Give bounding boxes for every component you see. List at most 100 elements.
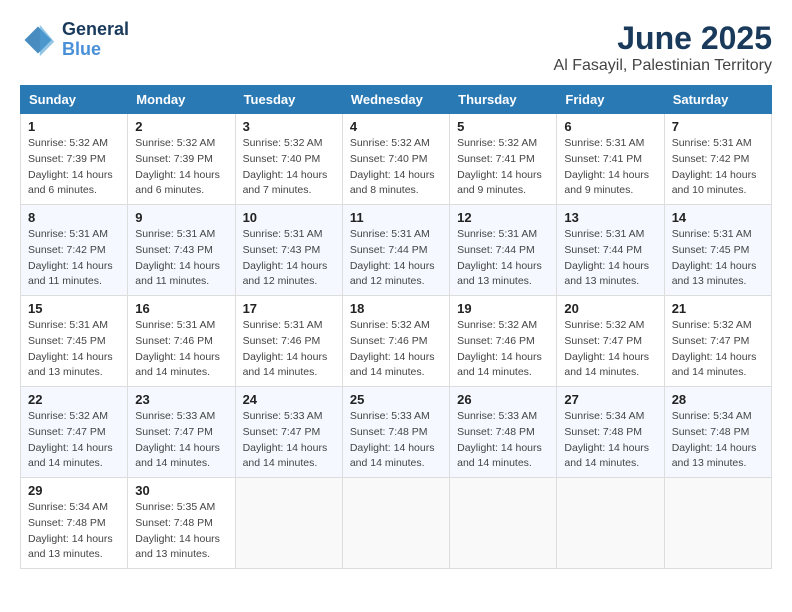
calendar-cell: 28 Sunrise: 5:34 AM Sunset: 7:48 PM Dayl… [664,387,771,478]
calendar-cell: 20 Sunrise: 5:32 AM Sunset: 7:47 PM Dayl… [557,296,664,387]
day-number: 2 [135,119,227,134]
day-number: 10 [243,210,335,225]
day-detail: Sunrise: 5:31 AM Sunset: 7:44 PM Dayligh… [564,227,656,290]
day-number: 23 [135,392,227,407]
day-number: 20 [564,301,656,316]
weekday-header: Thursday [450,86,557,114]
weekday-header: Tuesday [235,86,342,114]
calendar-cell: 18 Sunrise: 5:32 AM Sunset: 7:46 PM Dayl… [342,296,449,387]
logo-icon [20,22,56,58]
day-number: 16 [135,301,227,316]
day-number: 27 [564,392,656,407]
day-detail: Sunrise: 5:35 AM Sunset: 7:48 PM Dayligh… [135,500,227,563]
calendar-week: 15 Sunrise: 5:31 AM Sunset: 7:45 PM Dayl… [21,296,772,387]
day-number: 9 [135,210,227,225]
calendar-cell: 4 Sunrise: 5:32 AM Sunset: 7:40 PM Dayli… [342,114,449,205]
calendar-cell: 16 Sunrise: 5:31 AM Sunset: 7:46 PM Dayl… [128,296,235,387]
calendar-cell: 1 Sunrise: 5:32 AM Sunset: 7:39 PM Dayli… [21,114,128,205]
calendar-cell: 3 Sunrise: 5:32 AM Sunset: 7:40 PM Dayli… [235,114,342,205]
calendar-week: 22 Sunrise: 5:32 AM Sunset: 7:47 PM Dayl… [21,387,772,478]
weekday-header: Sunday [21,86,128,114]
day-number: 6 [564,119,656,134]
calendar-cell: 26 Sunrise: 5:33 AM Sunset: 7:48 PM Dayl… [450,387,557,478]
day-number: 25 [350,392,442,407]
calendar-cell: 9 Sunrise: 5:31 AM Sunset: 7:43 PM Dayli… [128,205,235,296]
calendar-table: SundayMondayTuesdayWednesdayThursdayFrid… [20,85,772,569]
day-number: 8 [28,210,120,225]
day-number: 19 [457,301,549,316]
day-detail: Sunrise: 5:32 AM Sunset: 7:47 PM Dayligh… [564,318,656,381]
calendar-cell: 25 Sunrise: 5:33 AM Sunset: 7:48 PM Dayl… [342,387,449,478]
day-number: 21 [672,301,764,316]
day-detail: Sunrise: 5:31 AM Sunset: 7:43 PM Dayligh… [135,227,227,290]
calendar-week: 8 Sunrise: 5:31 AM Sunset: 7:42 PM Dayli… [21,205,772,296]
title-section: June 2025 Al Fasayil, Palestinian Territ… [554,20,772,75]
weekday-header: Friday [557,86,664,114]
logo-text: General Blue [62,20,129,60]
day-number: 3 [243,119,335,134]
calendar-cell: 8 Sunrise: 5:31 AM Sunset: 7:42 PM Dayli… [21,205,128,296]
day-number: 14 [672,210,764,225]
day-detail: Sunrise: 5:32 AM Sunset: 7:41 PM Dayligh… [457,136,549,199]
day-detail: Sunrise: 5:31 AM Sunset: 7:44 PM Dayligh… [350,227,442,290]
calendar-cell: 11 Sunrise: 5:31 AM Sunset: 7:44 PM Dayl… [342,205,449,296]
day-detail: Sunrise: 5:31 AM Sunset: 7:41 PM Dayligh… [564,136,656,199]
calendar-cell: 24 Sunrise: 5:33 AM Sunset: 7:47 PM Dayl… [235,387,342,478]
calendar-cell: 23 Sunrise: 5:33 AM Sunset: 7:47 PM Dayl… [128,387,235,478]
day-detail: Sunrise: 5:32 AM Sunset: 7:39 PM Dayligh… [135,136,227,199]
weekday-header: Saturday [664,86,771,114]
day-detail: Sunrise: 5:33 AM Sunset: 7:47 PM Dayligh… [243,409,335,472]
calendar-cell [235,478,342,569]
day-detail: Sunrise: 5:31 AM Sunset: 7:46 PM Dayligh… [135,318,227,381]
day-number: 15 [28,301,120,316]
day-number: 7 [672,119,764,134]
day-number: 30 [135,483,227,498]
calendar-cell: 17 Sunrise: 5:31 AM Sunset: 7:46 PM Dayl… [235,296,342,387]
day-detail: Sunrise: 5:31 AM Sunset: 7:43 PM Dayligh… [243,227,335,290]
day-detail: Sunrise: 5:31 AM Sunset: 7:42 PM Dayligh… [28,227,120,290]
day-detail: Sunrise: 5:31 AM Sunset: 7:45 PM Dayligh… [672,227,764,290]
day-detail: Sunrise: 5:34 AM Sunset: 7:48 PM Dayligh… [672,409,764,472]
day-detail: Sunrise: 5:31 AM Sunset: 7:42 PM Dayligh… [672,136,764,199]
header: General Blue June 2025 Al Fasayil, Pales… [20,20,772,75]
day-number: 13 [564,210,656,225]
day-number: 1 [28,119,120,134]
calendar-cell: 13 Sunrise: 5:31 AM Sunset: 7:44 PM Dayl… [557,205,664,296]
calendar-cell: 2 Sunrise: 5:32 AM Sunset: 7:39 PM Dayli… [128,114,235,205]
logo: General Blue [20,20,129,60]
day-number: 4 [350,119,442,134]
day-detail: Sunrise: 5:31 AM Sunset: 7:45 PM Dayligh… [28,318,120,381]
day-number: 5 [457,119,549,134]
calendar-week: 1 Sunrise: 5:32 AM Sunset: 7:39 PM Dayli… [21,114,772,205]
day-detail: Sunrise: 5:33 AM Sunset: 7:47 PM Dayligh… [135,409,227,472]
day-number: 29 [28,483,120,498]
day-detail: Sunrise: 5:34 AM Sunset: 7:48 PM Dayligh… [28,500,120,563]
day-number: 18 [350,301,442,316]
day-detail: Sunrise: 5:33 AM Sunset: 7:48 PM Dayligh… [457,409,549,472]
day-detail: Sunrise: 5:31 AM Sunset: 7:46 PM Dayligh… [243,318,335,381]
calendar-cell: 27 Sunrise: 5:34 AM Sunset: 7:48 PM Dayl… [557,387,664,478]
calendar-week: 29 Sunrise: 5:34 AM Sunset: 7:48 PM Dayl… [21,478,772,569]
day-detail: Sunrise: 5:32 AM Sunset: 7:39 PM Dayligh… [28,136,120,199]
calendar-cell: 29 Sunrise: 5:34 AM Sunset: 7:48 PM Dayl… [21,478,128,569]
day-number: 22 [28,392,120,407]
day-detail: Sunrise: 5:32 AM Sunset: 7:47 PM Dayligh… [28,409,120,472]
weekday-header: Monday [128,86,235,114]
month-title: June 2025 [554,20,772,57]
day-number: 12 [457,210,549,225]
day-number: 17 [243,301,335,316]
day-detail: Sunrise: 5:33 AM Sunset: 7:48 PM Dayligh… [350,409,442,472]
calendar-cell: 15 Sunrise: 5:31 AM Sunset: 7:45 PM Dayl… [21,296,128,387]
day-detail: Sunrise: 5:31 AM Sunset: 7:44 PM Dayligh… [457,227,549,290]
day-detail: Sunrise: 5:34 AM Sunset: 7:48 PM Dayligh… [564,409,656,472]
day-number: 11 [350,210,442,225]
calendar-cell [557,478,664,569]
day-detail: Sunrise: 5:32 AM Sunset: 7:40 PM Dayligh… [350,136,442,199]
header-row: SundayMondayTuesdayWednesdayThursdayFrid… [21,86,772,114]
calendar-cell: 10 Sunrise: 5:31 AM Sunset: 7:43 PM Dayl… [235,205,342,296]
day-number: 24 [243,392,335,407]
calendar-cell [664,478,771,569]
day-detail: Sunrise: 5:32 AM Sunset: 7:47 PM Dayligh… [672,318,764,381]
calendar-cell: 7 Sunrise: 5:31 AM Sunset: 7:42 PM Dayli… [664,114,771,205]
day-number: 26 [457,392,549,407]
